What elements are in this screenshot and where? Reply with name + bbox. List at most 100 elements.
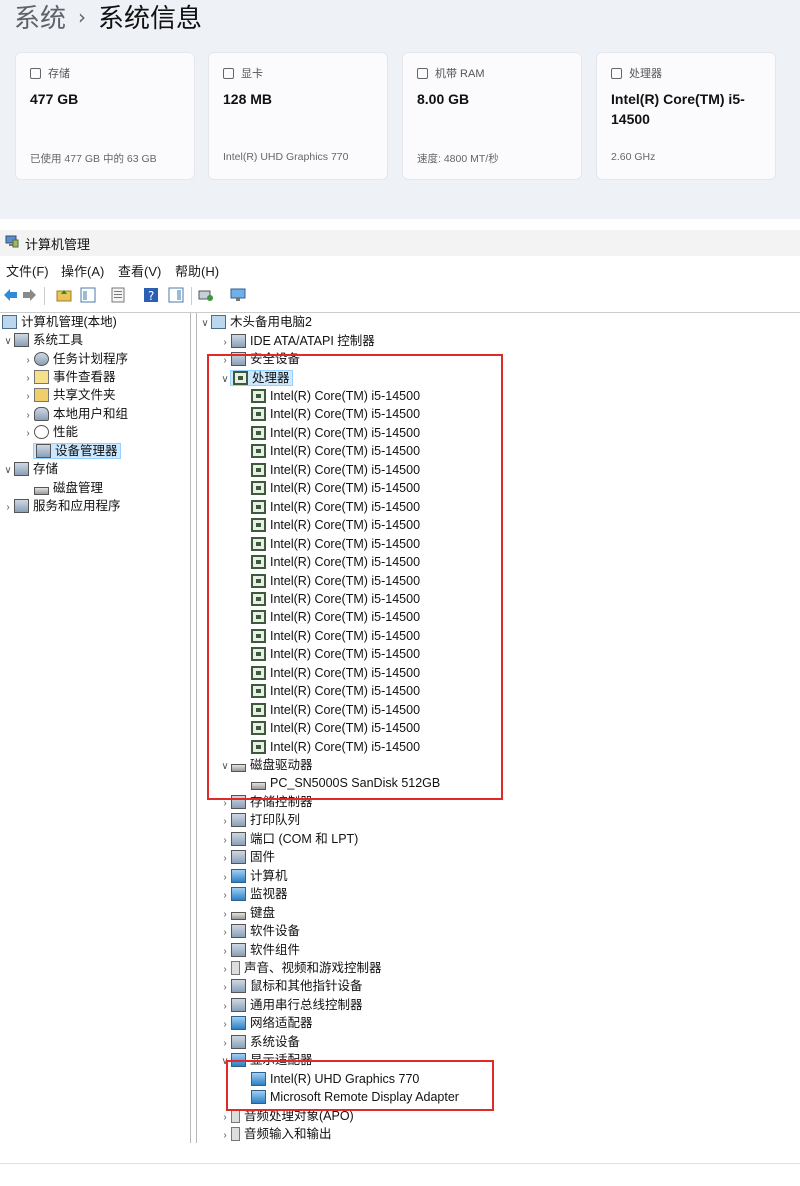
device-root[interactable]: ∨ 木头备用电脑2 xyxy=(199,313,312,331)
chevron-right-icon[interactable]: › xyxy=(219,1016,231,1034)
tree-label: 任务计划程序 xyxy=(53,352,129,366)
chevron-right-icon[interactable]: › xyxy=(219,1109,231,1127)
tree-item-storage[interactable]: ∨ 存储 xyxy=(2,460,58,478)
gpu-card[interactable]: 显卡 128 MB Intel(R) UHD Graphics 770 xyxy=(208,52,388,180)
device-category-mice[interactable]: › 鼠标和其他指针设备 xyxy=(219,977,363,995)
menu-help[interactable]: 帮助(H) xyxy=(175,261,219,280)
device-label: 监视器 xyxy=(250,887,288,902)
shared-folder-icon xyxy=(34,388,49,402)
chevron-right-icon[interactable]: › xyxy=(219,869,231,887)
card-label: 存储 xyxy=(48,68,70,80)
card-value: 477 GB xyxy=(30,91,79,107)
menu-action[interactable]: 操作(A) xyxy=(61,261,104,280)
card-label: 处理器 xyxy=(629,68,662,80)
toolbar-separator xyxy=(44,287,45,305)
tree-item-device-manager[interactable]: 设备管理器 xyxy=(22,442,121,460)
chevron-right-icon[interactable]: › xyxy=(219,979,231,997)
device-category-keyboards[interactable]: › 键盘 xyxy=(219,904,275,922)
chevron-down-icon[interactable]: ∨ xyxy=(2,333,14,351)
ram-icon xyxy=(417,68,428,79)
device-category-software-components[interactable]: › 软件组件 xyxy=(219,941,300,959)
back-arrow-icon[interactable] xyxy=(2,287,18,303)
device-category-firmware[interactable]: › 固件 xyxy=(219,848,275,866)
usb-icon xyxy=(231,997,246,1012)
services-icon xyxy=(14,499,29,513)
chevron-right-icon[interactable]: › xyxy=(219,850,231,868)
computer-management-window: 计算机管理 文件(F) 操作(A) 查看(V) 帮助(H) ? 计算机管理(本地… xyxy=(0,230,800,1186)
tree-label: 设备管理器 xyxy=(55,444,118,458)
toolbar: ? xyxy=(0,281,800,311)
monitor-icon[interactable] xyxy=(230,287,246,303)
chevron-right-icon[interactable]: › xyxy=(219,943,231,961)
card-value: 128 MB xyxy=(223,91,273,107)
chevron-right-icon[interactable]: › xyxy=(2,499,14,517)
chevron-right-icon[interactable]: › xyxy=(22,388,34,406)
device-category-ide[interactable]: › IDE ATA/ATAPI 控制器 xyxy=(219,332,375,350)
storage-card[interactable]: 存储 477 GB 已使用 477 GB 中的 63 GB xyxy=(15,52,195,180)
ram-card[interactable]: 机带 RAM 8.00 GB 速度: 4800 MT/秒 xyxy=(402,52,582,180)
navigation-tree: 计算机管理(本地) ∨ 系统工具 › 任务计划程序 › 事件查看器 › 共享文件夹 › 本… xyxy=(0,313,191,1143)
help-icon[interactable]: ? xyxy=(143,287,159,303)
chevron-right-icon[interactable]: › xyxy=(219,998,231,1016)
page-title: 系统信息 xyxy=(98,4,203,34)
mouse-icon xyxy=(231,979,246,994)
device-category-monitors[interactable]: › 监视器 xyxy=(219,885,288,903)
tree-item-local-users[interactable]: › 本地用户和组 xyxy=(22,405,128,423)
menu-bar: 文件(F) 操作(A) 查看(V) 帮助(H) xyxy=(0,258,800,280)
breadcrumb-parent[interactable]: 系统 xyxy=(14,4,66,34)
chevron-right-icon[interactable]: › xyxy=(219,832,231,850)
scan-hardware-icon[interactable] xyxy=(198,287,214,303)
device-category-software-devices[interactable]: › 软件设备 xyxy=(219,922,300,940)
chevron-right-icon[interactable]: › xyxy=(219,1035,231,1053)
tree-item-shared-folders[interactable]: › 共享文件夹 xyxy=(22,386,116,404)
device-label: 声音、视频和游戏控制器 xyxy=(244,960,382,975)
chevron-right-icon[interactable]: › xyxy=(219,813,231,831)
chevron-down-icon[interactable]: ∨ xyxy=(199,315,211,333)
printer-icon xyxy=(231,813,246,828)
computer-icon xyxy=(211,315,226,329)
chevron-right-icon[interactable]: › xyxy=(219,924,231,942)
device-category-sound[interactable]: › 声音、视频和游戏控制器 xyxy=(219,959,382,977)
device-label: 计算机 xyxy=(250,868,288,883)
show-hide-tree-icon[interactable] xyxy=(80,287,96,303)
chevron-right-icon[interactable]: › xyxy=(219,906,231,924)
ide-controller-icon xyxy=(231,334,246,348)
action-pane-icon[interactable] xyxy=(168,287,184,303)
firmware-icon xyxy=(231,850,246,865)
device-category-usb[interactable]: › 通用串行总线控制器 xyxy=(219,996,363,1014)
up-folder-icon[interactable] xyxy=(56,287,72,303)
tree-item-system-tools[interactable]: ∨ 系统工具 xyxy=(2,331,83,349)
tree-item-event-viewer[interactable]: › 事件查看器 xyxy=(22,368,116,386)
chevron-right-icon[interactable]: › xyxy=(219,1127,231,1145)
chevron-right-icon[interactable]: › xyxy=(219,961,231,979)
menu-file[interactable]: 文件(F) xyxy=(6,261,49,280)
device-category-audio-io[interactable]: › 音频输入和输出 xyxy=(219,1125,332,1143)
device-category-ports[interactable]: › 端口 (COM 和 LPT) xyxy=(219,830,358,848)
device-category-print-queue[interactable]: › 打印队列 xyxy=(219,811,300,829)
svg-text:?: ? xyxy=(148,289,154,303)
tree-item-root[interactable]: 计算机管理(本地) xyxy=(2,313,117,331)
tree-item-task-scheduler[interactable]: › 任务计划程序 xyxy=(22,350,128,368)
chevron-right-icon[interactable]: › xyxy=(22,425,34,443)
tree-item-services[interactable]: › 服务和应用程序 xyxy=(2,497,121,515)
computer-management-icon xyxy=(5,235,19,248)
processor-card[interactable]: 处理器 Intel(R) Core(TM) i5-14500 2.60 GHz xyxy=(596,52,776,180)
storage-icon xyxy=(30,68,41,79)
chevron-right-icon[interactable]: › xyxy=(219,887,231,905)
properties-icon[interactable] xyxy=(110,287,126,303)
forward-arrow-icon[interactable] xyxy=(22,287,38,303)
card-subtext: 已使用 477 GB 中的 63 GB xyxy=(30,153,157,165)
system-device-icon xyxy=(231,1034,246,1049)
breadcrumb: 系统 › 系统信息 xyxy=(14,2,202,37)
device-category-computer[interactable]: › 计算机 xyxy=(219,867,288,885)
tree-item-performance[interactable]: › 性能 xyxy=(22,423,78,441)
storage-icon xyxy=(14,462,29,476)
device-category-network[interactable]: › 网络适配器 xyxy=(219,1014,313,1032)
device-category-system-devices[interactable]: › 系统设备 xyxy=(219,1033,300,1051)
users-icon xyxy=(34,407,49,421)
tree-item-disk-management[interactable]: 磁盘管理 xyxy=(22,479,103,497)
tree-label: 服务和应用程序 xyxy=(33,499,121,513)
menu-view[interactable]: 查看(V) xyxy=(118,261,161,280)
cpu-icon xyxy=(611,68,622,79)
chevron-down-icon[interactable]: ∨ xyxy=(2,462,14,480)
